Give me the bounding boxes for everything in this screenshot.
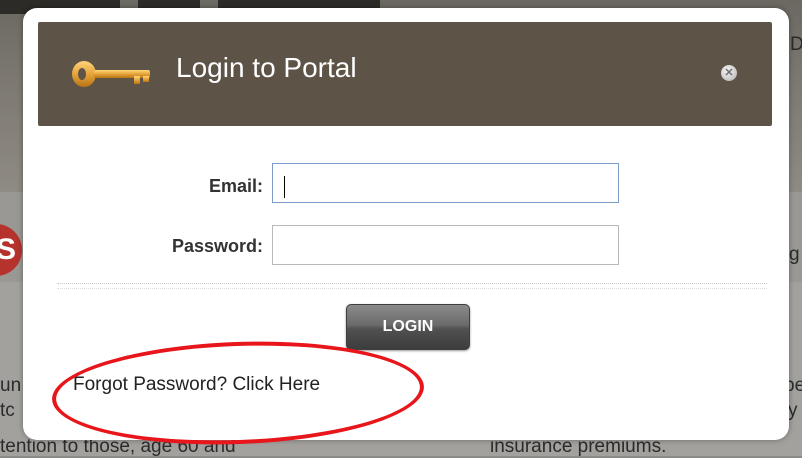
login-button[interactable]: LOGIN xyxy=(346,304,470,350)
background-text-fragment: g xyxy=(789,244,800,265)
text-caret xyxy=(284,176,285,198)
password-field[interactable] xyxy=(272,225,619,265)
email-label: Email: xyxy=(208,176,263,196)
modal-header: Login to Portal ✕ xyxy=(38,22,772,126)
key-icon xyxy=(72,61,150,87)
modal-title: Login to Portal xyxy=(176,52,357,83)
close-icon[interactable]: ✕ xyxy=(721,65,737,81)
background-text-fragment: un xyxy=(0,375,22,396)
email-field[interactable] xyxy=(272,163,619,203)
divider xyxy=(57,283,767,284)
background-text-fragment: tc xyxy=(0,400,15,421)
background-text-fragment: D xyxy=(790,34,802,55)
password-label: Password: xyxy=(171,236,263,256)
divider xyxy=(57,288,767,289)
background-text-fragment: y xyxy=(788,400,798,421)
